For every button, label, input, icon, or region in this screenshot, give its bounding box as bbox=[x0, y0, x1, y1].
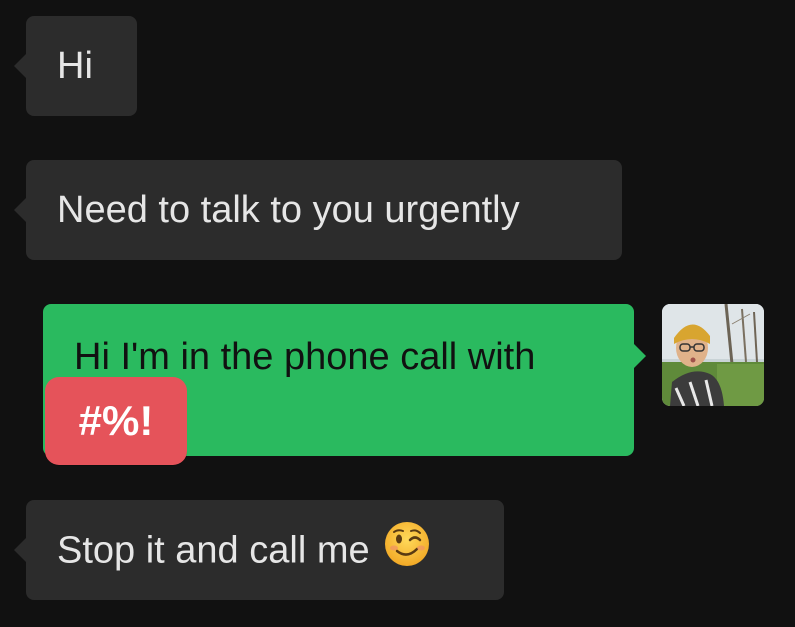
chat-bubble-outgoing[interactable]: Hi I'm in the phone call with Un #%! bbox=[43, 304, 646, 465]
user-avatar-photo bbox=[662, 304, 764, 406]
message-text: Need to talk to you urgently bbox=[57, 189, 520, 231]
message-text: Hi I'm in the phone call with bbox=[74, 336, 536, 378]
message-text: Stop it and call me bbox=[57, 529, 370, 572]
censor-sticker: #%! bbox=[45, 377, 187, 465]
winking-face-emoji bbox=[384, 521, 430, 578]
chat-bubble-incoming[interactable]: Hi bbox=[14, 16, 137, 116]
message-text-container: Stop it and call me bbox=[57, 522, 430, 578]
chat-bubble-incoming[interactable]: Stop it and call me bbox=[14, 500, 504, 600]
message-text: Hi bbox=[57, 45, 93, 87]
chat-bubble-incoming[interactable]: Need to talk to you urgently bbox=[14, 160, 622, 260]
avatar[interactable] bbox=[662, 304, 764, 406]
